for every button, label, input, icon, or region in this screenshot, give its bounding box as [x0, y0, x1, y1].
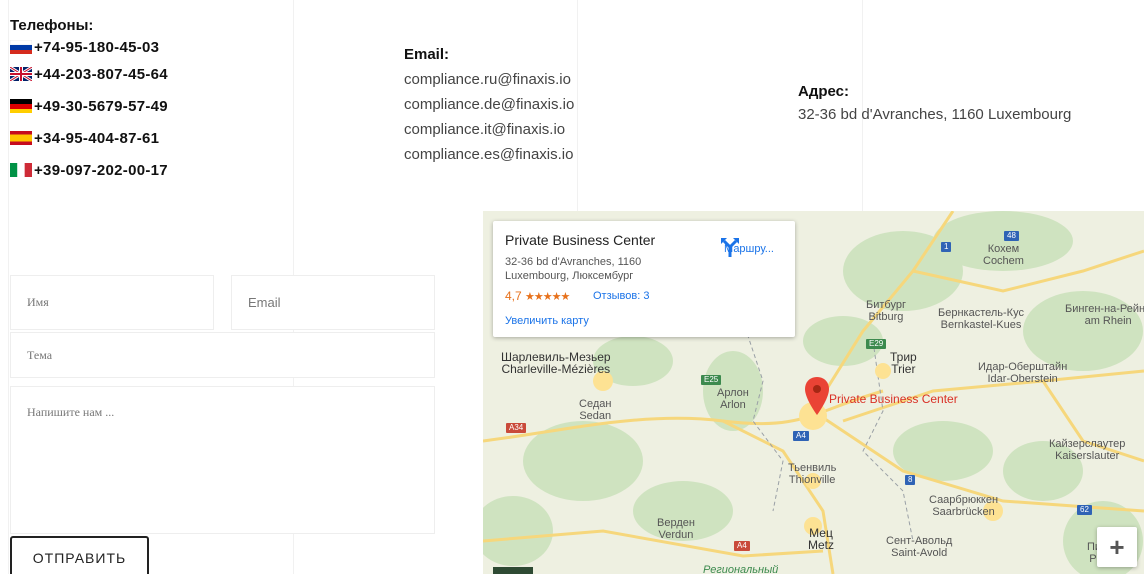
phone-number[interactable]: +74-95-180-45-03 — [34, 39, 159, 56]
place-label: Verdun — [658, 529, 694, 541]
place-label: Идар-Оберштайн — [978, 361, 1068, 373]
enlarge-map-link[interactable]: Увеличить карту — [505, 315, 589, 327]
phones-section: Телефоны: +74-95-180-45-03 +44-203-807-4… — [10, 17, 290, 186]
name-placeholder: Имя — [27, 295, 49, 309]
star-rating-icon: ★★★★★ — [525, 291, 570, 303]
place-label: Верден — [657, 517, 695, 529]
directions-icon — [721, 238, 739, 257]
phone-item: +74-95-180-45-03 — [10, 36, 290, 58]
name-field[interactable]: Имя — [10, 275, 214, 330]
road-badge: E25 — [701, 375, 722, 385]
place-label: Charleville-Mézières — [501, 362, 611, 376]
russia-flag-icon — [10, 40, 32, 54]
email-placeholder: Email — [248, 295, 281, 310]
pin-label: Private Business Center — [829, 392, 958, 406]
reviews-link[interactable]: Отзывов: 3 — [593, 290, 649, 302]
column-guide — [8, 0, 9, 574]
place-label: Sedan — [579, 410, 612, 422]
place-label: Кохем — [987, 243, 1020, 255]
email-link[interactable]: compliance.ru@finaxis.io — [404, 69, 574, 94]
road-badge: A4 — [734, 541, 750, 551]
uk-flag-icon — [10, 67, 32, 81]
road-badge: A34 — [506, 423, 527, 433]
phone-number[interactable]: +34-95-404-87-61 — [34, 130, 159, 147]
place-label: Metz — [808, 538, 835, 552]
place-label: Kaiserslauter — [1055, 450, 1120, 462]
embedded-map[interactable]: Шарлевиль-Мезьер Charleville-Mézières Сед… — [483, 211, 1144, 574]
place-label: Arlon — [720, 399, 746, 411]
place-label: Saarbrücken — [932, 506, 995, 518]
place-label: Bernkastel-Kues — [940, 319, 1022, 331]
spain-flag-icon — [10, 131, 32, 145]
message-field[interactable]: Напишите нам ... — [10, 386, 435, 534]
phone-item: +34-95-404-87-61 — [10, 122, 290, 154]
phone-number[interactable]: +49-30-5679-57-49 — [34, 98, 168, 115]
place-label: Trier — [891, 362, 916, 376]
place-rating: 4,7 ★★★★★ — [505, 289, 570, 303]
phones-title: Телефоны: — [10, 17, 94, 34]
place-label: Седан — [579, 398, 612, 410]
place-label: Региональный — [703, 564, 779, 574]
place-label: Сент-Авольд — [886, 535, 953, 547]
place-title: Private Business Center — [505, 232, 656, 248]
road-badge: 1 — [941, 242, 952, 252]
place-label: am Rhein — [1084, 315, 1132, 327]
zoom-in-button[interactable]: + — [1097, 527, 1137, 567]
email-link[interactable]: compliance.es@finaxis.io — [404, 144, 574, 169]
email-section: Email: compliance.ru@finaxis.io complian… — [404, 46, 574, 169]
italy-flag-icon — [10, 163, 32, 177]
road-badge: 48 — [1004, 231, 1019, 241]
place-label: Idar-Oberstein — [987, 373, 1058, 385]
place-label: Бернкастель-Кус — [938, 307, 1024, 319]
email-link[interactable]: compliance.it@finaxis.io — [404, 119, 574, 144]
subject-field[interactable]: Тема — [10, 332, 435, 378]
place-label: Bitburg — [868, 311, 904, 323]
place-label: Thionville — [788, 474, 836, 486]
phone-number[interactable]: +44-203-807-45-64 — [34, 66, 168, 83]
email-link[interactable]: compliance.de@finaxis.io — [404, 94, 574, 119]
place-address: 32-36 bd d'Avranches, 1160 Luxembourg, Л… — [505, 255, 665, 283]
email-field[interactable]: Email — [231, 275, 435, 330]
place-info-card: Private Business Center 32-36 bd d'Avran… — [493, 221, 795, 337]
road-badge: 62 — [1077, 505, 1092, 515]
address-text: 32-36 bd d'Avranches, 1160 Luxembourg — [798, 106, 1072, 123]
phone-item: +39-097-202-00-17 — [10, 154, 290, 186]
road-badge: E29 — [866, 339, 887, 349]
email-title: Email: — [404, 46, 450, 63]
subject-placeholder: Тема — [27, 347, 53, 362]
place-address-line: 32-36 bd d'Avranches, 1160 — [505, 256, 642, 268]
map-pin-icon[interactable] — [805, 377, 829, 417]
rating-value: 4,7 — [505, 289, 522, 303]
directions-button[interactable]: Маршру... — [719, 237, 779, 257]
place-label: Арлон — [717, 387, 749, 399]
road-badge: A4 — [793, 431, 809, 441]
address-title: Адрес: — [798, 83, 849, 100]
phone-item: +49-30-5679-57-49 — [10, 90, 290, 122]
message-placeholder: Напишите нам ... — [27, 405, 115, 419]
submit-button[interactable]: ОТПРАВИТЬ — [10, 536, 149, 574]
map-layers-button[interactable] — [493, 567, 533, 574]
place-label: Саарбрюккен — [929, 494, 999, 506]
place-label: Битбург — [866, 299, 906, 311]
germany-flag-icon — [10, 99, 32, 113]
place-label: Бинген-на-Рейне — [1065, 303, 1144, 315]
place-address-line: Luxembourg, Люксембург — [505, 270, 634, 282]
phone-item: +44-203-807-45-64 — [10, 58, 290, 90]
address-section: Адрес: 32-36 bd d'Avranches, 1160 Luxemb… — [798, 83, 1071, 123]
road-badge: 8 — [905, 475, 916, 485]
place-label: Тьенвиль — [788, 462, 837, 474]
place-label: Кайзерслаутер — [1049, 438, 1126, 450]
place-label: Cochem — [983, 255, 1024, 267]
place-label: Saint-Avold — [891, 547, 948, 559]
phone-number[interactable]: +39-097-202-00-17 — [34, 162, 168, 179]
